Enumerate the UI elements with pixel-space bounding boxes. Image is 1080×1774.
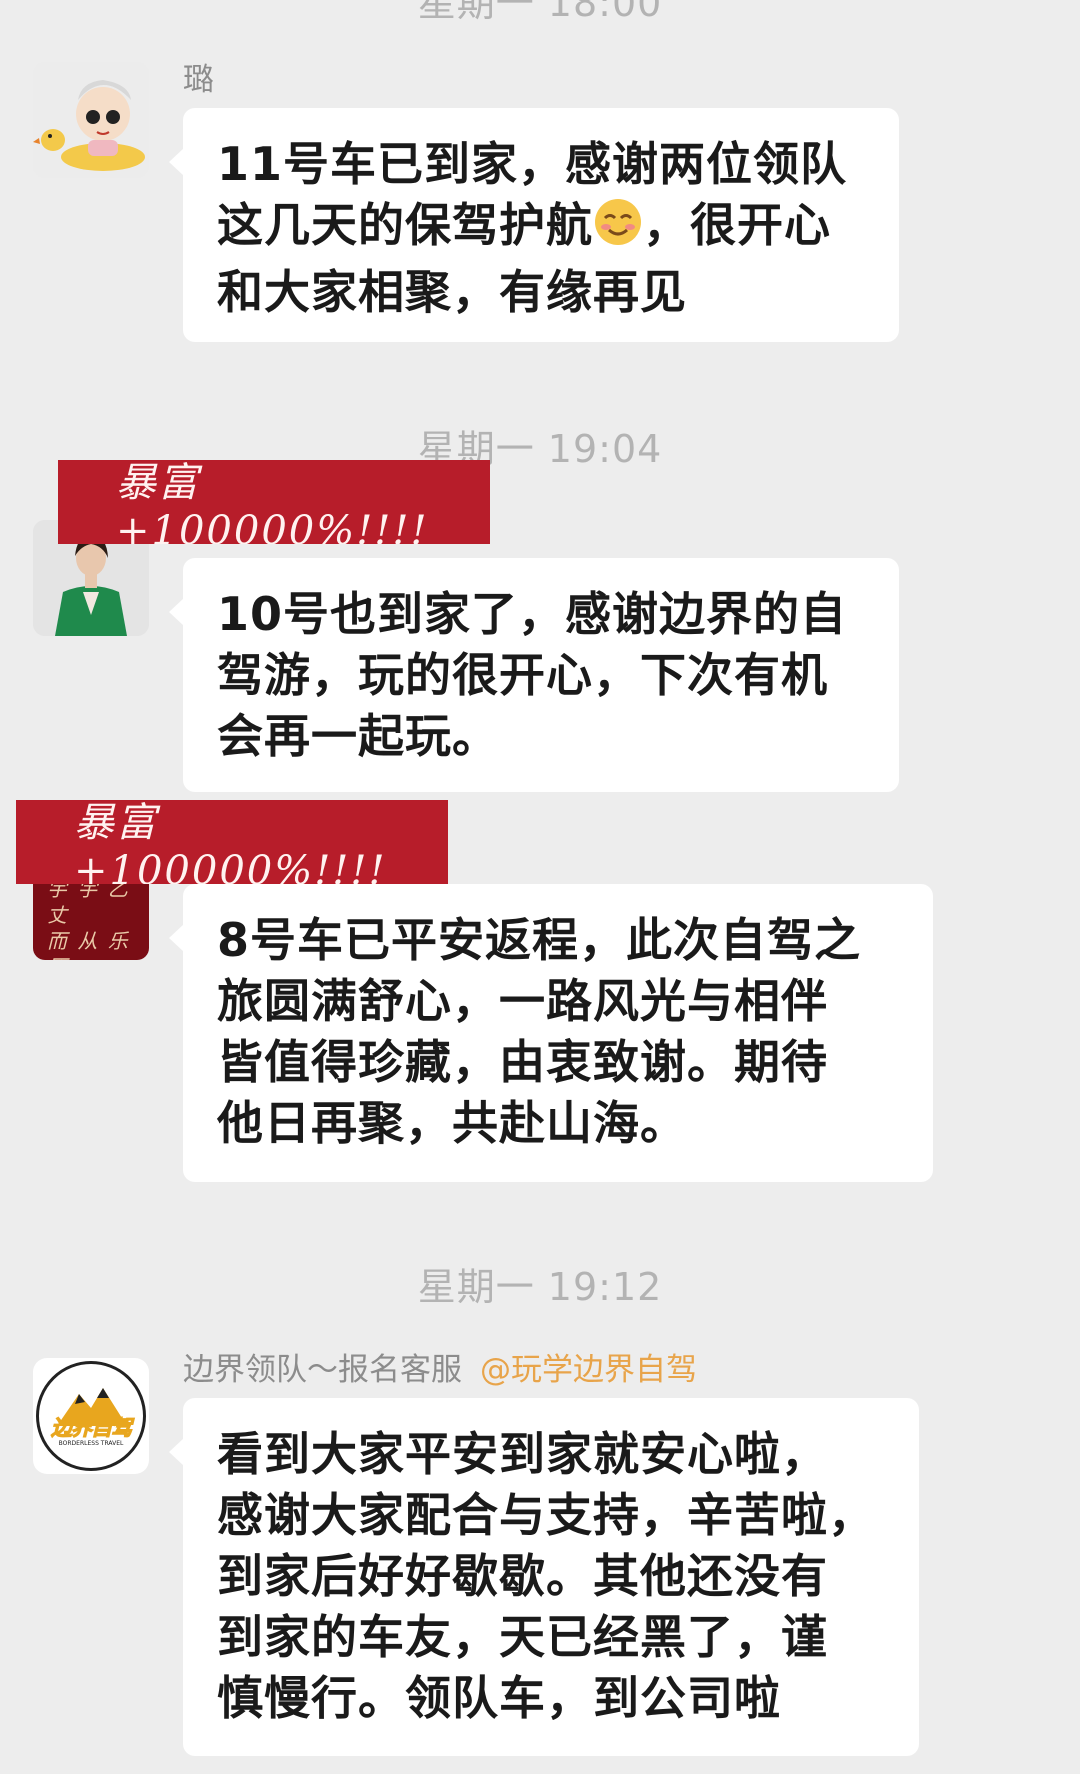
message-line: 到家的车友，天已经黑了，谨 <box>217 1610 828 1664</box>
logo-icon: 边界自驾 BORDERLESS TRAVEL <box>36 1361 146 1471</box>
avatar-duck-girl-icon <box>33 62 149 178</box>
avatar-lu[interactable] <box>33 62 149 178</box>
sender-name: 边界领队～报名客服 @玩学边界自驾 <box>183 1352 697 1388</box>
smiley-emoji-icon <box>593 197 643 262</box>
message-bubble-3[interactable]: 8号车已平安返程，此次自驾之 旅圆满舒心，一路风光与相伴 皆值得珍藏，由衷致谢。… <box>169 884 933 1182</box>
message-line: 到家后好好歇歇。其他还没有 <box>217 1549 828 1603</box>
sender-name: 璐 <box>183 62 214 98</box>
message-line: 这几天的保驾护航 ，很开心 <box>217 195 865 262</box>
message-line: 11号车已到家，感谢两位领队 <box>217 137 848 191</box>
message-line: 感谢大家配合与支持，辛苦啦， <box>217 1488 875 1542</box>
message-line: 看到大家平安到家就安心啦， <box>217 1427 828 1481</box>
message-line: 8号车已平安返程，此次自驾之 <box>217 913 862 967</box>
message-line: 旅圆满舒心，一路风光与相伴 <box>217 974 828 1028</box>
message-bubble-2[interactable]: 10号也到家了，感谢边界的自 驾游，玩的很开心，下次有机 会再一起玩。 <box>169 558 899 792</box>
message-line: 慎慢行。领队车，到公司啦 <box>217 1671 781 1725</box>
message-bubble-4[interactable]: 看到大家平安到家就安心啦， 感谢大家配合与支持，辛苦啦， 到家后好好歇歇。其他还… <box>169 1398 919 1756</box>
red-banner-badge: 暴富+100000%!!!! <box>16 800 448 884</box>
message-line: 10号也到家了，感谢边界的自 <box>217 587 848 641</box>
avatar-borderless-logo[interactable]: 边界自驾 BORDERLESS TRAVEL <box>33 1358 149 1474</box>
avatar-calligraphy-text: 而 从 乐 原 <box>47 929 130 960</box>
mention-tag[interactable]: @玩学边界自驾 <box>480 1352 697 1388</box>
message-bubble-1[interactable]: 11号车已到家，感谢两位领队 这几天的保驾护航 ，很开心 和大家相聚，有缘再见 <box>169 108 899 342</box>
message-line: 皆值得珍藏，由衷致谢。期待 <box>217 1035 828 1089</box>
red-banner-badge: 暴富+100000%!!!! <box>58 460 490 544</box>
message-line: 驾游，玩的很开心，下次有机 <box>217 648 828 702</box>
message-line: 和大家相聚，有缘再见 <box>217 265 687 319</box>
timestamp-top: 星期一 18:00 <box>417 0 663 25</box>
message-line: 会再一起玩。 <box>217 709 499 763</box>
timestamp: 星期一 19:12 <box>417 1265 663 1309</box>
message-line: 他日再聚，共赴山海。 <box>217 1096 687 1150</box>
